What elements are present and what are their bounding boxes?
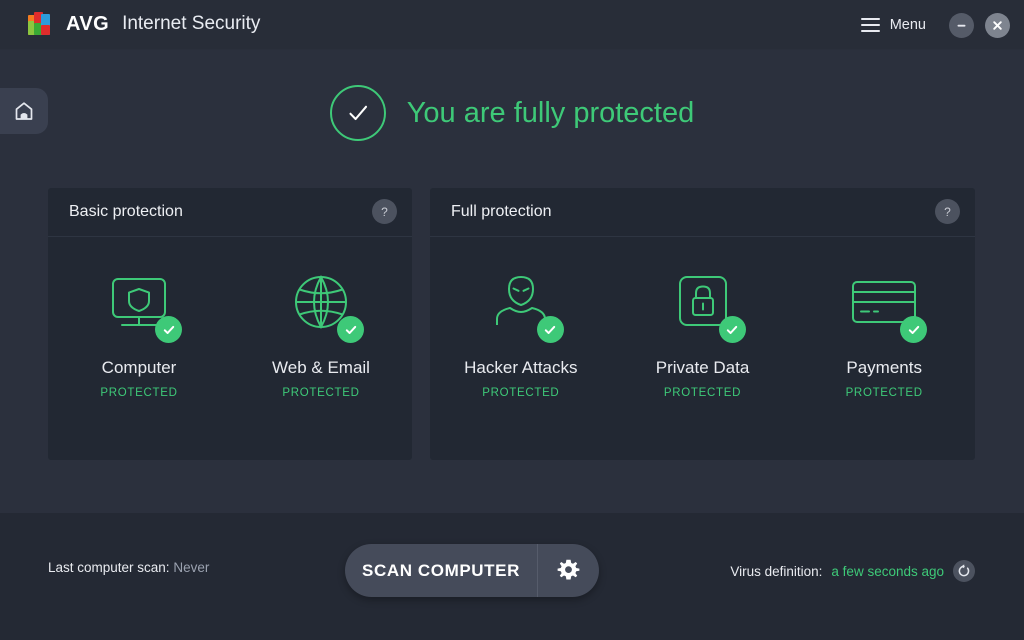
check-badge-icon: [337, 316, 364, 343]
status-headline: You are fully protected: [406, 96, 695, 129]
last-scan-value: Never: [173, 560, 210, 575]
tile-label: Computer: [101, 358, 177, 377]
tile-computer[interactable]: Computer PROTECTED: [48, 265, 230, 399]
protection-status: You are fully protected: [0, 84, 1024, 142]
close-button[interactable]: [985, 12, 1010, 38]
check-circle-icon: [329, 85, 386, 141]
refresh-button[interactable]: [953, 560, 975, 582]
panel-basic-protection: Basic protection ? Computer PROTECTED We…: [48, 188, 412, 460]
last-scan-label: Last computer scan:: [48, 560, 170, 575]
menu-label: Menu: [889, 17, 926, 33]
tile-list: Computer PROTECTED Web & Email PROTECTED: [48, 237, 412, 460]
menu-button[interactable]: Menu: [855, 13, 932, 37]
tile-web-email[interactable]: Web & Email PROTECTED: [230, 265, 412, 399]
panel-header: Basic protection ?: [48, 188, 412, 237]
tile-payments[interactable]: Payments PROTECTED: [793, 265, 975, 399]
avg-logo-icon: [27, 9, 57, 39]
hacker-icon: [482, 265, 564, 343]
check-badge-icon: [536, 316, 564, 343]
computer-shield-icon: [100, 265, 182, 343]
virus-definition-info: Virus definition: a few seconds ago: [730, 560, 975, 582]
tile-label: Payments: [846, 358, 922, 377]
minimize-icon: [957, 24, 966, 27]
virus-definition-label: Virus definition:: [730, 563, 823, 579]
panel-title: Basic protection: [69, 203, 183, 220]
title-bar: AVG Internet Security Menu: [0, 0, 1024, 50]
product-name: Internet Security: [122, 13, 261, 34]
tile-private-data[interactable]: Private Data PROTECTED: [612, 265, 794, 399]
tile-label: Hacker Attacks: [464, 358, 578, 377]
tile-label: Private Data: [655, 358, 750, 377]
avg-internet-security-window: AVG Internet Security Menu You are fully…: [0, 0, 1024, 640]
panel-title: Full protection: [451, 203, 552, 220]
refresh-icon: [958, 564, 970, 577]
tile-status: PROTECTED: [482, 387, 560, 399]
scan-computer-group: SCAN COMPUTER: [345, 544, 599, 597]
check-badge-icon: [718, 316, 746, 343]
tile-list: Hacker Attacks PROTECTED Private Data PR…: [430, 237, 975, 460]
last-scan-info: Last computer scan: Never: [48, 560, 209, 575]
minimize-button[interactable]: [949, 12, 974, 38]
panel-header: Full protection ?: [430, 188, 975, 237]
check-badge-icon: [900, 316, 928, 343]
virus-definition-value: a few seconds ago: [831, 563, 944, 579]
scan-settings-button[interactable]: [537, 544, 599, 597]
check-badge-icon: [155, 316, 182, 343]
help-button[interactable]: ?: [372, 199, 397, 224]
brand: AVG Internet Security: [27, 9, 260, 39]
credit-card-icon: [845, 265, 928, 343]
close-icon: [993, 20, 1002, 30]
tile-hacker-attacks[interactable]: Hacker Attacks PROTECTED: [430, 265, 612, 399]
tile-status: PROTECTED: [282, 387, 360, 399]
tile-status: PROTECTED: [100, 387, 178, 399]
gear-icon: [557, 559, 580, 580]
tile-label: Web & Email: [272, 358, 370, 377]
globe-icon: [282, 265, 364, 343]
tile-status: PROTECTED: [663, 387, 742, 399]
panel-full-protection: Full protection ? Hacker Attacks PROTECT…: [430, 188, 975, 460]
help-button[interactable]: ?: [935, 199, 960, 224]
brand-wordmark: AVG: [66, 13, 110, 35]
lock-square-icon: [664, 265, 746, 343]
hamburger-icon: [860, 18, 880, 32]
window-controls: Menu: [855, 0, 1010, 50]
tile-status: PROTECTED: [845, 387, 923, 399]
scan-computer-button[interactable]: SCAN COMPUTER: [345, 544, 537, 597]
